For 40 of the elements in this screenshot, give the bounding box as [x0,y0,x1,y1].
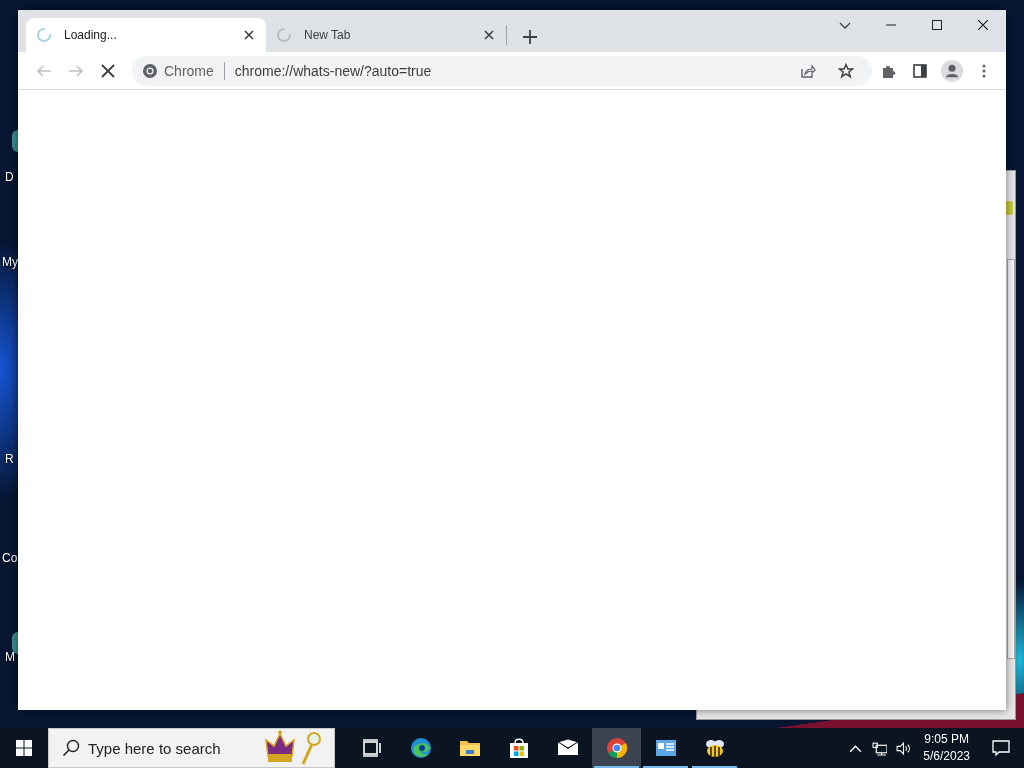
desktop-icon-label[interactable]: D [5,170,14,184]
address-bar[interactable]: Chrome chrome://whats-new/?auto=true [132,55,872,86]
clock[interactable]: 9:05 PM 5/6/2023 [915,728,978,768]
loading-spinner-icon [36,27,52,43]
browser-logo-icon [605,737,628,759]
share-icon [800,62,816,79]
chevron-down-icon [839,20,851,30]
control-panel-icon [654,737,677,759]
browser-tab[interactable]: New Tab [266,18,506,52]
speech-bubble-icon [992,740,1010,756]
crown-drawing [265,730,323,766]
browser-tab[interactable]: Loading... [26,18,266,52]
desktop-icon-label[interactable]: M [5,650,15,664]
task-view-icon [360,737,383,759]
browser-logo-icon [142,62,158,79]
close-icon[interactable] [482,28,496,42]
stop-icon [99,61,117,80]
plus-icon [523,30,537,44]
close-icon [978,20,988,30]
desktop-icon-label[interactable]: My [2,255,18,269]
star-icon [838,62,854,79]
site-label: Chrome [164,62,214,79]
desktop-icon-label[interactable]: R [5,452,14,466]
desktop-icon-label[interactable]: Co [2,551,18,565]
clock-date: 5/6/2023 [923,748,970,765]
avatar-icon [941,59,963,82]
search-icon [62,739,80,757]
maximize-icon [932,20,942,30]
close-icon[interactable] [242,28,256,42]
shopping-bag-icon [507,737,530,759]
bee-icon [703,737,726,759]
speaker-icon [895,740,911,756]
windows-logo-icon [16,740,32,756]
url-text: chrome://whats-new/?auto=true [234,62,433,79]
side-panel-icon [912,62,928,79]
clock-time: 9:05 PM [924,731,969,748]
search-field[interactable]: Type here to search [48,728,335,768]
network-icon [871,740,887,756]
loading-spinner-icon [276,27,292,43]
swirl-logo-icon [409,737,432,759]
